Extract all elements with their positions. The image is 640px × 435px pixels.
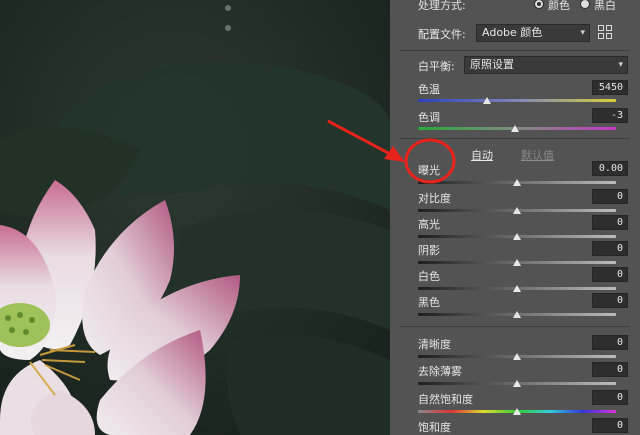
shadows-value-field[interactable]: 0 bbox=[592, 241, 628, 256]
vibrance-slider-thumb[interactable] bbox=[513, 408, 521, 415]
temp-value-field[interactable]: 5450 bbox=[592, 80, 628, 95]
clarity-slider-thumb[interactable] bbox=[513, 353, 521, 360]
highlights-label: 高光 bbox=[418, 218, 440, 231]
temp-slider-track[interactable] bbox=[418, 99, 616, 102]
lotus-photo bbox=[0, 0, 390, 435]
exposure-label: 曝光 bbox=[418, 164, 440, 177]
temp-slider-thumb[interactable] bbox=[483, 97, 492, 104]
treatment-bw-label: 黑白 bbox=[594, 0, 616, 12]
auto-tone-link[interactable]: 自动 bbox=[471, 147, 493, 163]
blacks-label: 黑色 bbox=[418, 296, 440, 309]
treatment-color-radio[interactable] bbox=[534, 0, 544, 9]
divider bbox=[400, 50, 630, 51]
profile-browser-grid-icon[interactable] bbox=[598, 25, 614, 41]
treatment-label: 处理方式: bbox=[418, 0, 466, 12]
shadows-slider-thumb[interactable] bbox=[513, 259, 521, 266]
profile-value: Adobe 颜色 bbox=[482, 26, 543, 39]
tint-value-field[interactable]: -3 bbox=[592, 108, 628, 123]
chevron-down-icon: ▾ bbox=[580, 28, 585, 38]
contrast-slider-thumb[interactable] bbox=[513, 207, 521, 214]
dehaze-value-field[interactable]: 0 bbox=[592, 362, 628, 377]
tint-slider-thumb[interactable] bbox=[511, 125, 520, 132]
whites-value-field[interactable]: 0 bbox=[592, 267, 628, 282]
exposure-slider-thumb[interactable] bbox=[513, 179, 521, 186]
blacks-value-field[interactable]: 0 bbox=[592, 293, 628, 308]
chevron-down-icon: ▾ bbox=[618, 60, 623, 70]
contrast-label: 对比度 bbox=[418, 192, 451, 205]
profile-dropdown[interactable]: Adobe 颜色 ▾ bbox=[476, 24, 590, 42]
highlights-slider-thumb[interactable] bbox=[513, 233, 521, 240]
whites-label: 白色 bbox=[418, 270, 440, 283]
tint-label: 色调 bbox=[418, 111, 440, 124]
temp-label: 色温 bbox=[418, 83, 440, 96]
default-link[interactable]: 默认值 bbox=[521, 147, 554, 163]
whites-slider-thumb[interactable] bbox=[513, 285, 521, 292]
photo-editor-window: 处理方式: 颜色 黑白 配置文件: Adobe 颜色 ▾ 白平衡: 原照设置 ▾… bbox=[0, 0, 640, 435]
vibrance-label: 自然饱和度 bbox=[418, 393, 473, 406]
shadows-label: 阴影 bbox=[418, 244, 440, 257]
exposure-value-field[interactable]: 0.00 bbox=[592, 161, 628, 176]
profile-label: 配置文件: bbox=[418, 28, 466, 41]
white-balance-label: 白平衡: bbox=[418, 60, 455, 73]
white-balance-value: 原照设置 bbox=[470, 58, 514, 71]
contrast-value-field[interactable]: 0 bbox=[592, 189, 628, 204]
photo-preview bbox=[0, 0, 390, 435]
dehaze-label: 去除薄雾 bbox=[418, 365, 462, 378]
treatment-bw-radio[interactable] bbox=[580, 0, 590, 9]
saturation-label: 饱和度 bbox=[418, 421, 451, 434]
blacks-slider-thumb[interactable] bbox=[513, 311, 521, 318]
divider bbox=[400, 138, 630, 139]
saturation-value-field[interactable]: 0 bbox=[592, 418, 628, 433]
white-balance-dropdown[interactable]: 原照设置 ▾ bbox=[464, 56, 628, 74]
dehaze-slider-thumb[interactable] bbox=[513, 380, 521, 387]
divider bbox=[400, 326, 630, 327]
treatment-color-label: 颜色 bbox=[548, 0, 570, 12]
clarity-value-field[interactable]: 0 bbox=[592, 335, 628, 350]
clarity-label: 清晰度 bbox=[418, 338, 451, 351]
basic-adjustments-panel: 处理方式: 颜色 黑白 配置文件: Adobe 颜色 ▾ 白平衡: 原照设置 ▾… bbox=[390, 0, 640, 435]
vibrance-value-field[interactable]: 0 bbox=[592, 390, 628, 405]
highlights-value-field[interactable]: 0 bbox=[592, 215, 628, 230]
